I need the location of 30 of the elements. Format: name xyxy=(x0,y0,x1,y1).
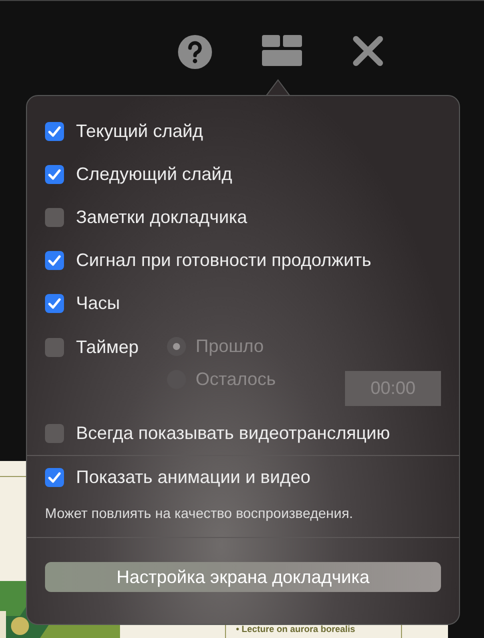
radio-button[interactable] xyxy=(166,337,186,356)
radio-label: Осталось xyxy=(196,369,276,390)
option-label: Всегда показывать видеотрансляцию xyxy=(76,423,390,444)
checkbox[interactable] xyxy=(45,468,64,487)
checkbox[interactable] xyxy=(45,165,64,184)
checkbox[interactable] xyxy=(45,338,64,357)
option-label: Показать анимации и видео xyxy=(76,467,311,488)
setup-button[interactable]: Настройка экрана докладчика xyxy=(45,562,441,592)
note-text: Может повлиять на качество воспроизведения. xyxy=(45,504,354,523)
checkmark-icon xyxy=(48,169,61,180)
checkbox[interactable] xyxy=(45,251,64,270)
checkbox[interactable] xyxy=(45,208,64,227)
checkmark-icon xyxy=(48,472,61,483)
layout-icon[interactable] xyxy=(262,35,302,67)
option-label: Сигнал при готовности продолжить xyxy=(76,250,372,271)
checkbox[interactable] xyxy=(45,424,64,443)
option-label: Текущий слайд xyxy=(76,121,204,142)
checkmark-icon xyxy=(48,255,61,266)
radio-label: Прошло xyxy=(196,336,264,357)
option-label: Часы xyxy=(76,293,120,314)
option-label: Заметки докладчика xyxy=(76,207,248,228)
checkbox[interactable] xyxy=(45,122,64,141)
checkmark-icon xyxy=(48,126,61,137)
option-label: Следующий слайд xyxy=(76,164,232,185)
checkmark-icon xyxy=(48,298,61,309)
slide-text: • Lecture on aurora borealis xyxy=(236,624,356,634)
option-label: Таймер xyxy=(76,337,139,358)
checkbox[interactable] xyxy=(45,294,64,313)
help-icon[interactable] xyxy=(178,35,212,69)
close-icon[interactable] xyxy=(352,35,384,67)
